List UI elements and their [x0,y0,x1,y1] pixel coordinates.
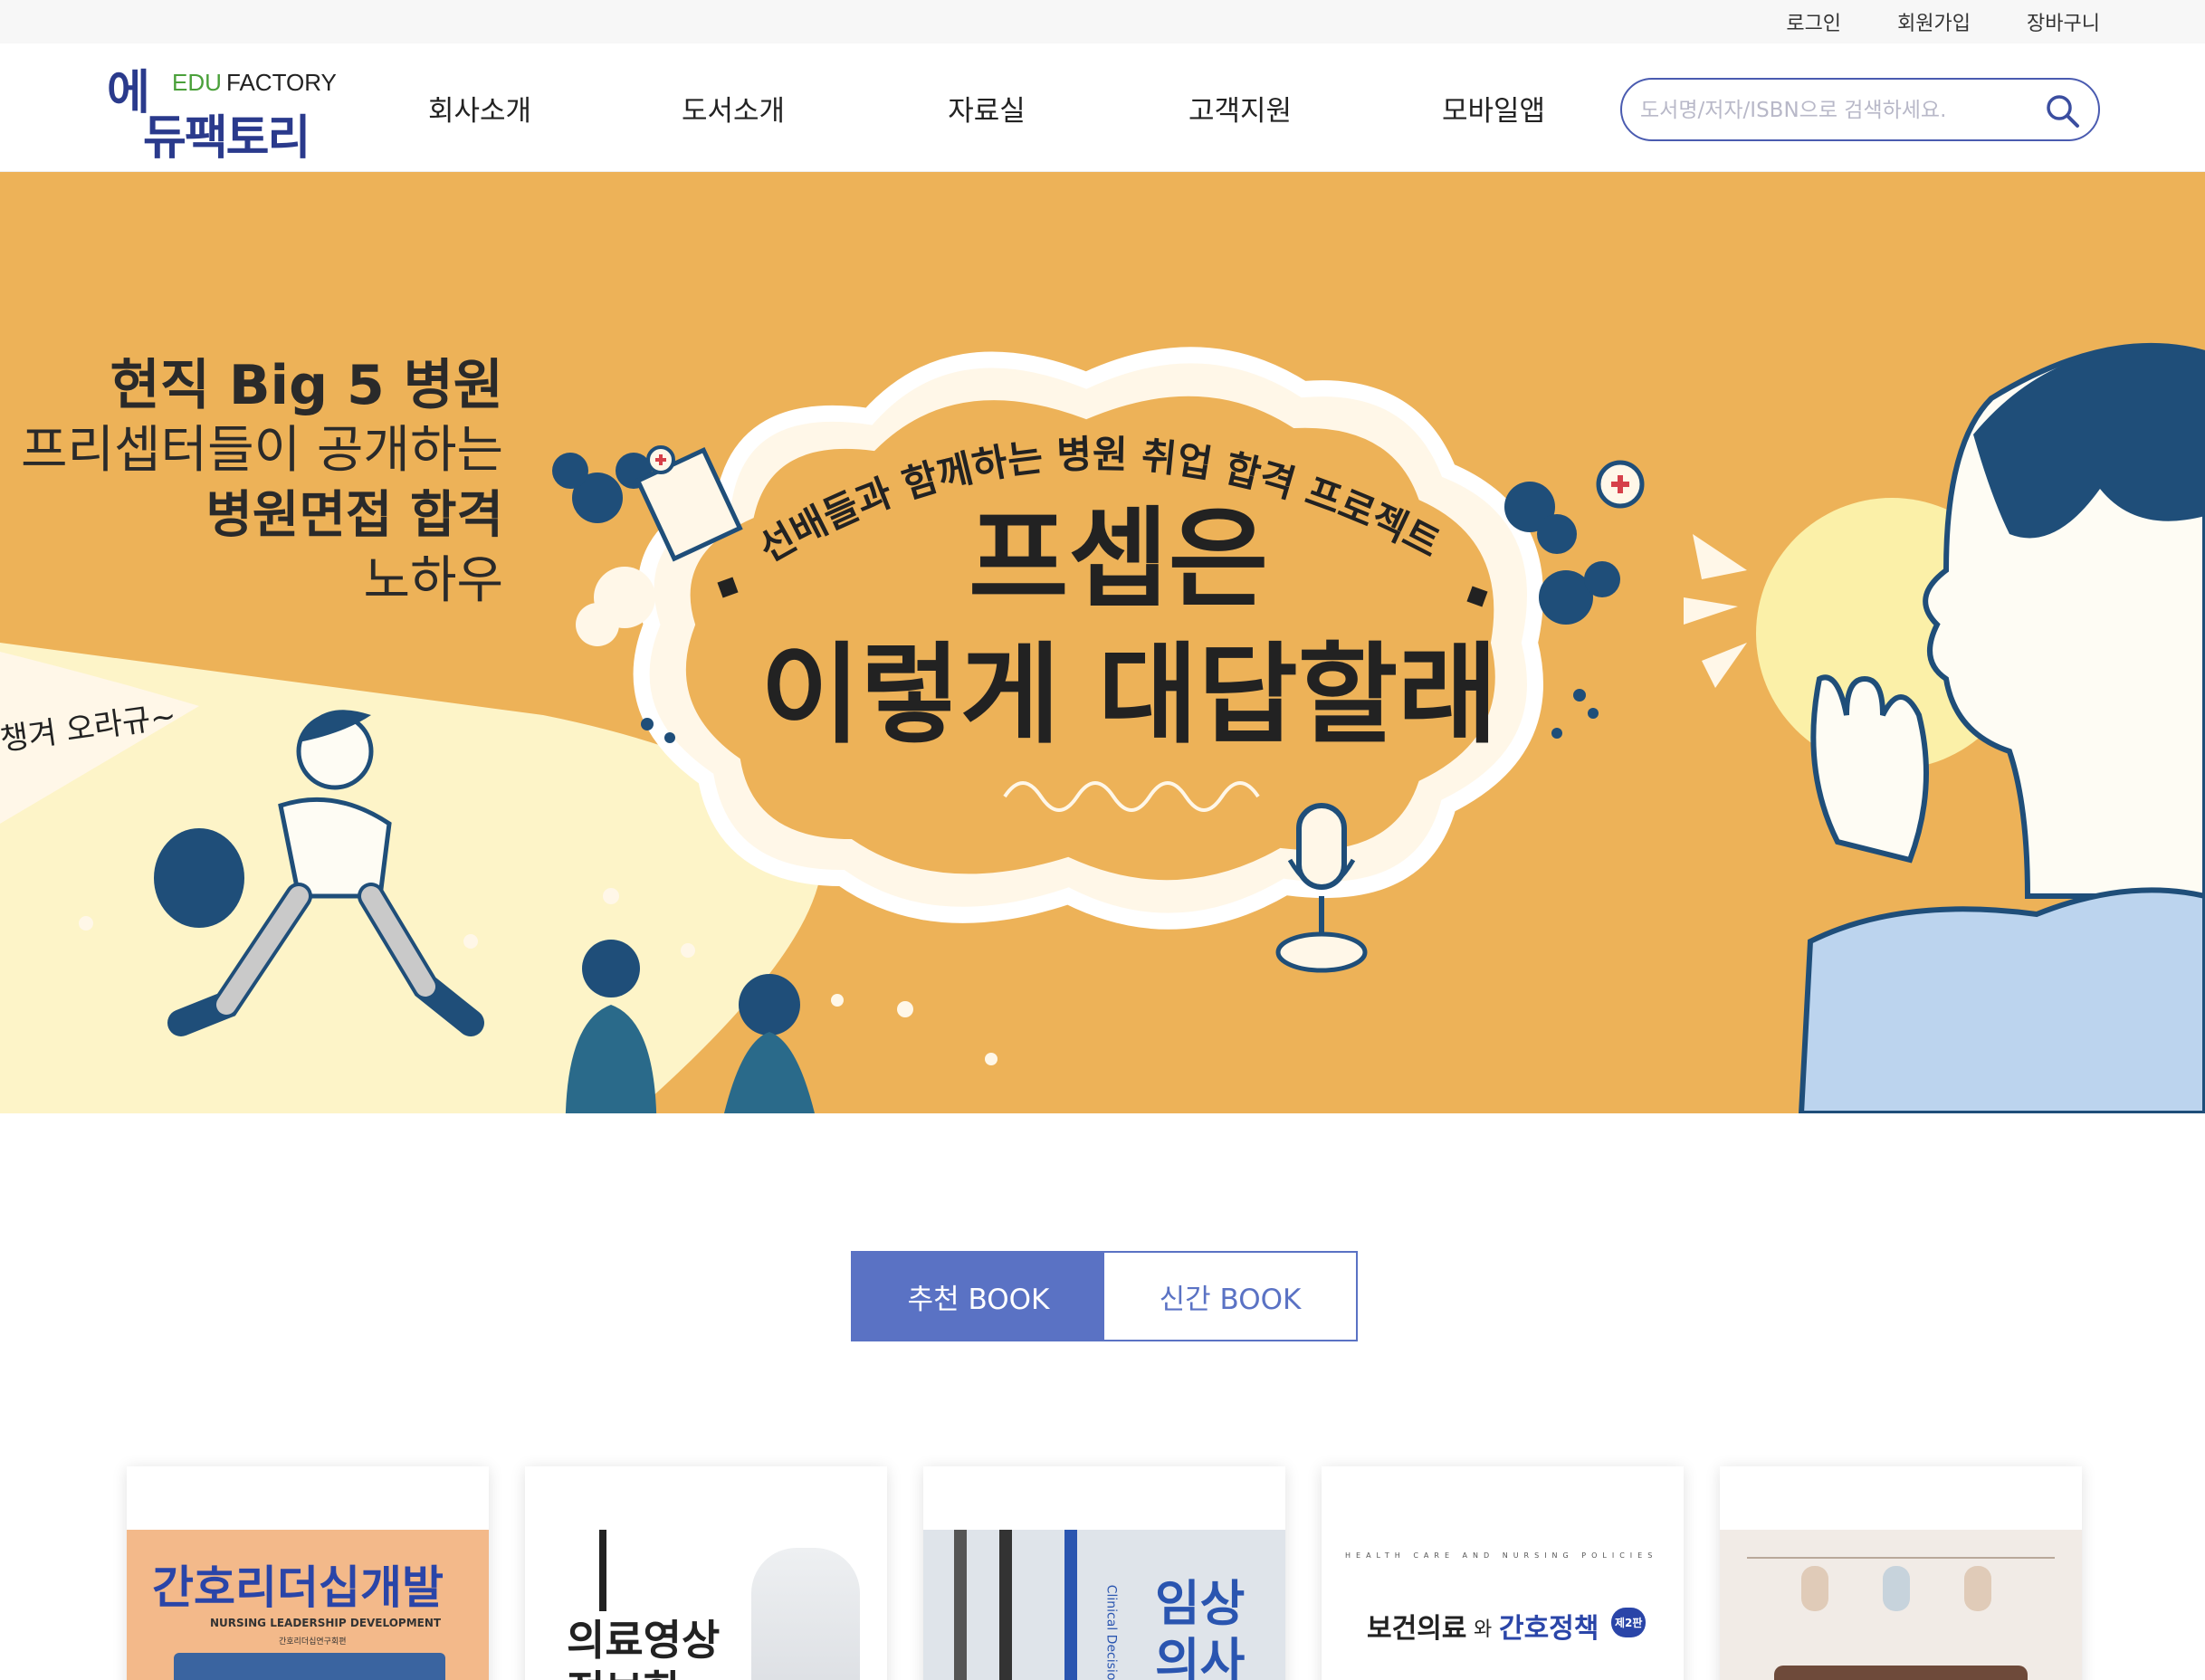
book-cover-figure [1964,1566,1991,1611]
book-title: 임상 의사 [1155,1575,1246,1680]
hero-title-line1: 프셉은 [969,497,1269,623]
header: 에 EDU FACTORY 듀팩토리 회사소개 도서소개 자료실 고객지원 모바… [0,43,2205,172]
login-link[interactable]: 로그인 [1786,7,1841,36]
book-cover-rule [599,1530,606,1611]
book-title-part1: 보건의료 [1367,1613,1467,1645]
nav-company[interactable]: 회사소개 [353,88,606,129]
nav-books[interactable]: 도서소개 [606,88,860,129]
book-cover: HEALTH CARE AND NURSING POLICIES 보건의료 와 … [1322,1530,1684,1680]
book-edition-badge: 제2판 [1611,1608,1647,1637]
hero-title-line2: 이렇게 대답할래 [760,633,1498,759]
book-cover [1720,1530,2082,1680]
book-card[interactable]: 간호리더십개발 NURSING LEADERSHIP DEVELOPMENT 간… [127,1466,489,1680]
search-icon[interactable] [2044,92,2082,130]
hero-left-line1: 현직 Big 5 병원 [110,354,503,417]
book-title: 의료영상 정보학 [567,1616,721,1680]
utility-links: 로그인 회원가입 장바구니 [1786,0,2100,43]
search-box [1620,78,2100,141]
nav-resources[interactable]: 자료실 [860,88,1113,129]
hero-left-line4: 노하우 [363,551,503,610]
logo-korean-line1: 에 [107,66,150,120]
book-cover: Clinical Decision 임상 의사 [923,1530,1285,1680]
tab-recommended-book[interactable]: 추천 BOOK [853,1253,1104,1340]
book-list: 간호리더십개발 NURSING LEADERSHIP DEVELOPMENT 간… [127,1466,2082,1680]
book-title: 간호리더십개발 [152,1561,444,1614]
tab-new-book[interactable]: 신간 BOOK [1104,1253,1356,1340]
book-author: 간호리더십연구회편 [279,1637,347,1647]
book-card[interactable]: 의료영상 정보학 [525,1466,887,1680]
logo-korean-line2: 듀팩토리 [143,111,310,166]
signup-link[interactable]: 회원가입 [1897,7,1971,36]
book-card[interactable]: Clinical Decision 임상 의사 [923,1466,1285,1680]
search-input[interactable] [1640,92,2038,129]
book-cover-banner [1774,1666,2028,1680]
book-subtitle: NURSING LEADERSHIP DEVELOPMENT [210,1617,442,1629]
book-cover-figure [1883,1566,1910,1611]
book-title-part2: 와 [1474,1618,1493,1641]
book-title-part3: 간호정책 [1499,1613,1599,1645]
book-cover-figure [1801,1566,1828,1611]
hero-left-line3: 병원면접 합격 [205,486,503,545]
book-cover-stripes [1064,1530,1077,1680]
site-logo[interactable]: 에 EDU FACTORY 듀팩토리 [107,56,337,166]
book-tabs: 추천 BOOK 신간 BOOK [851,1251,1358,1341]
book-cover: 의료영상 정보학 [525,1530,887,1680]
hero-left-copy: 현직 Big 5 병원 프리셉터들이 공개하는 병원면접 합격 노하우 [21,353,503,614]
book-cover-stripes [954,1530,967,1680]
logo-edu: EDU [172,69,222,96]
book-cover-stripes [999,1530,1012,1680]
book-spine-text: Clinical Decision [1103,1584,1119,1680]
utility-bar: 로그인 회원가입 장바구니 [0,0,2205,43]
cart-link[interactable]: 장바구니 [2027,7,2100,36]
main-nav: 회사소개 도서소개 자료실 고객지원 모바일앱 [353,43,1620,172]
hero-banner[interactable]: 선배들과 함께하는 병원 취업 합격 프로젝트 현직 Big 5 병원 프리셉터… [0,172,2205,1113]
nav-mobile-app[interactable]: 모바일앱 [1367,88,1620,129]
book-top-line: HEALTH CARE AND NURSING POLICIES [1345,1551,1658,1560]
hero-left-line2: 프리셉터들이 공개하는 [20,421,503,480]
nav-support[interactable]: 고객지원 [1113,88,1367,129]
book-cover: 간호리더십개발 NURSING LEADERSHIP DEVELOPMENT 간… [127,1530,489,1680]
book-cover-photo [174,1653,445,1680]
book-card[interactable] [1720,1466,2082,1680]
book-card[interactable]: HEALTH CARE AND NURSING POLICIES 보건의료 와 … [1322,1466,1684,1680]
logo-factory: FACTORY [226,69,337,96]
book-cover-skeleton [751,1548,860,1680]
